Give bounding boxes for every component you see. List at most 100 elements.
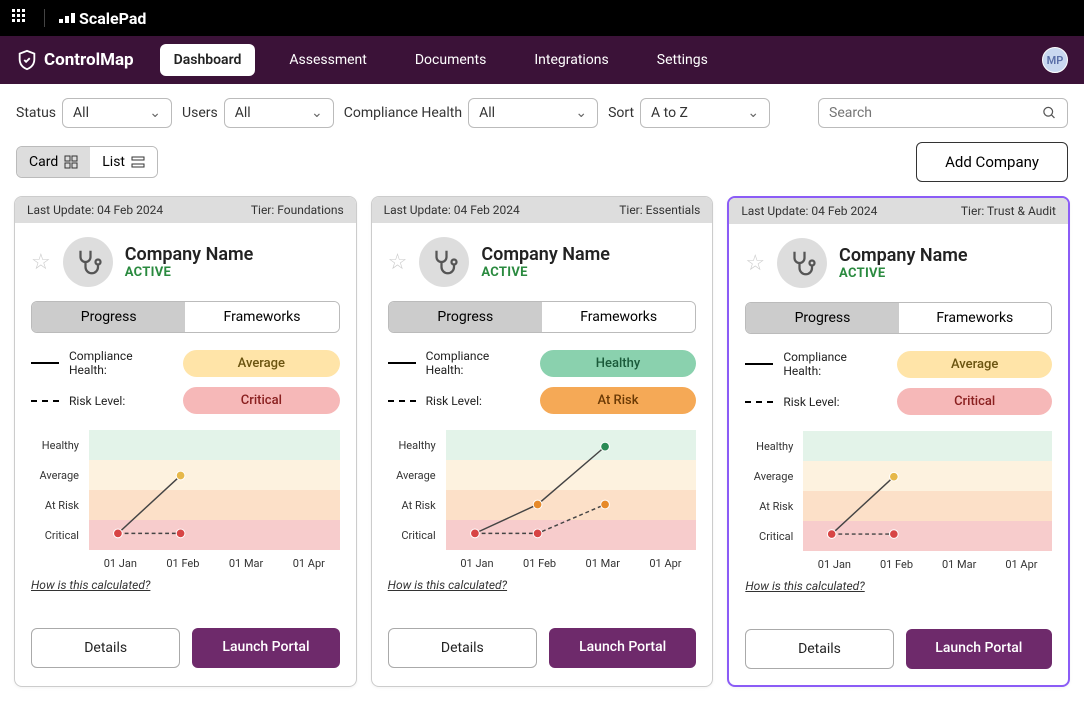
card-tabs: Progress Frameworks bbox=[745, 302, 1052, 334]
chevron-down-icon: ⌄ bbox=[149, 105, 161, 121]
risk-label: Risk Level: bbox=[426, 394, 530, 408]
tab-progress[interactable]: Progress bbox=[32, 302, 185, 332]
tab-frameworks[interactable]: Frameworks bbox=[542, 302, 695, 332]
details-button[interactable]: Details bbox=[31, 628, 180, 668]
launch-portal-button[interactable]: Launch Portal bbox=[906, 629, 1052, 669]
compliance-select[interactable]: All⌄ bbox=[468, 98, 598, 128]
solid-line-icon bbox=[745, 363, 773, 365]
search-box[interactable] bbox=[818, 98, 1068, 128]
compliance-label: Compliance Health bbox=[344, 105, 462, 121]
last-update: Last Update: 04 Feb 2024 bbox=[741, 204, 877, 218]
list-view-btn[interactable]: List bbox=[90, 147, 157, 177]
last-update: Last Update: 04 Feb 2024 bbox=[384, 203, 520, 217]
view-toggle: Card List bbox=[16, 146, 158, 178]
nav-bar: ControlMap Dashboard Assessment Document… bbox=[0, 36, 1084, 84]
calculation-link[interactable]: How is this calculated? bbox=[745, 579, 1052, 593]
solid-line-icon bbox=[388, 362, 416, 364]
sort-label: Sort bbox=[608, 105, 634, 121]
compliance-pill: Healthy bbox=[540, 350, 697, 377]
x-label: 01 Jan bbox=[818, 558, 851, 571]
tier-label: Tier: Foundations bbox=[251, 203, 344, 217]
search-input[interactable] bbox=[829, 105, 1042, 121]
compliance-label: Compliance Health: bbox=[426, 349, 530, 377]
risk-pill: At Risk bbox=[540, 387, 697, 414]
company-status: ACTIVE bbox=[839, 266, 968, 281]
x-label: 01 Mar bbox=[586, 557, 620, 570]
stethoscope-icon bbox=[429, 247, 459, 277]
company-card: Last Update: 04 Feb 2024 Tier: Foundatio… bbox=[14, 196, 357, 687]
favorite-star-icon[interactable]: ☆ bbox=[745, 251, 765, 276]
users-select[interactable]: All⌄ bbox=[224, 98, 334, 128]
dashed-line-icon bbox=[388, 400, 416, 402]
stethoscope-icon bbox=[787, 248, 817, 278]
tab-progress[interactable]: Progress bbox=[746, 303, 898, 333]
risk-label: Risk Level: bbox=[783, 395, 887, 409]
tab-frameworks[interactable]: Frameworks bbox=[899, 303, 1051, 333]
company-icon bbox=[419, 237, 469, 287]
nav-dashboard[interactable]: Dashboard bbox=[160, 44, 256, 76]
company-card: Last Update: 04 Feb 2024 Tier: Trust & A… bbox=[727, 196, 1070, 687]
y-label: Average bbox=[388, 460, 442, 490]
x-label: 01 Apr bbox=[1005, 558, 1037, 571]
favorite-star-icon[interactable]: ☆ bbox=[388, 250, 408, 275]
status-select[interactable]: All⌄ bbox=[62, 98, 172, 128]
brand-top: ScalePad bbox=[59, 9, 146, 28]
x-label: 01 Feb bbox=[523, 557, 556, 570]
sort-select[interactable]: A to Z⌄ bbox=[640, 98, 770, 128]
add-company-button[interactable]: Add Company bbox=[916, 142, 1068, 182]
trend-chart: HealthyAverageAt RiskCritical 01 Jan01 F… bbox=[31, 430, 340, 570]
launch-portal-button[interactable]: Launch Portal bbox=[192, 628, 339, 668]
list-icon bbox=[131, 155, 145, 169]
shield-icon bbox=[16, 48, 38, 72]
calculation-link[interactable]: How is this calculated? bbox=[388, 578, 697, 592]
details-button[interactable]: Details bbox=[388, 628, 537, 668]
status-label: Status bbox=[16, 105, 56, 121]
company-name: Company Name bbox=[125, 244, 254, 265]
nav-assessment[interactable]: Assessment bbox=[275, 44, 380, 76]
brand-top-text: ScalePad bbox=[79, 9, 146, 28]
compliance-label: Compliance Health: bbox=[783, 350, 887, 378]
chevron-down-icon: ⌄ bbox=[575, 105, 587, 121]
nav-settings[interactable]: Settings bbox=[643, 44, 722, 76]
compliance-pill: Average bbox=[183, 350, 340, 377]
nav-integrations[interactable]: Integrations bbox=[520, 44, 622, 76]
stethoscope-icon bbox=[73, 247, 103, 277]
y-label: Critical bbox=[745, 521, 799, 551]
x-label: 01 Apr bbox=[649, 557, 681, 570]
tier-label: Tier: Trust & Audit bbox=[961, 204, 1056, 218]
company-card: Last Update: 04 Feb 2024 Tier: Essential… bbox=[371, 196, 714, 687]
company-name: Company Name bbox=[839, 245, 968, 266]
y-label: Healthy bbox=[388, 430, 442, 460]
card-view-btn[interactable]: Card bbox=[17, 147, 90, 177]
details-button[interactable]: Details bbox=[745, 629, 893, 669]
risk-pill: Critical bbox=[183, 387, 340, 414]
y-label: At Risk bbox=[745, 491, 799, 521]
x-label: 01 Jan bbox=[460, 557, 493, 570]
compliance-pill: Average bbox=[897, 351, 1052, 378]
x-label: 01 Feb bbox=[880, 558, 913, 571]
solid-line-icon bbox=[31, 362, 59, 364]
compliance-label: Compliance Health: bbox=[69, 349, 173, 377]
brand-bars-icon bbox=[59, 13, 75, 23]
apps-grid-icon[interactable] bbox=[12, 9, 30, 27]
tab-frameworks[interactable]: Frameworks bbox=[185, 302, 338, 332]
y-label: Critical bbox=[31, 520, 85, 550]
favorite-star-icon[interactable]: ☆ bbox=[31, 250, 51, 275]
nav-documents[interactable]: Documents bbox=[401, 44, 500, 76]
last-update: Last Update: 04 Feb 2024 bbox=[27, 203, 163, 217]
filter-bar: Status All⌄ Users All⌄ Compliance Health… bbox=[0, 84, 1084, 142]
calculation-link[interactable]: How is this calculated? bbox=[31, 578, 340, 592]
risk-pill: Critical bbox=[897, 388, 1052, 415]
launch-portal-button[interactable]: Launch Portal bbox=[549, 628, 696, 668]
card-header: Last Update: 04 Feb 2024 Tier: Trust & A… bbox=[729, 198, 1068, 224]
tab-progress[interactable]: Progress bbox=[389, 302, 542, 332]
y-label: At Risk bbox=[31, 490, 85, 520]
x-label: 01 Mar bbox=[942, 558, 976, 571]
tier-label: Tier: Essentials bbox=[619, 203, 700, 217]
x-label: 01 Apr bbox=[293, 557, 325, 570]
users-label: Users bbox=[182, 105, 218, 121]
chevron-down-icon: ⌄ bbox=[747, 105, 759, 121]
y-label: Average bbox=[31, 460, 85, 490]
avatar[interactable]: MP bbox=[1042, 47, 1068, 73]
y-label: Critical bbox=[388, 520, 442, 550]
